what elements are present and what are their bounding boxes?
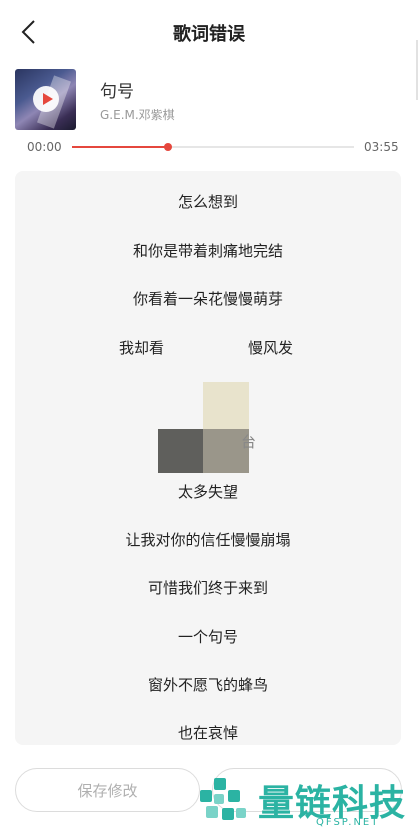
current-time: 00:00: [27, 140, 62, 154]
progress-track[interactable]: [72, 143, 354, 151]
progress-bar: 00:00 03:55: [0, 138, 418, 158]
mosaic-block: [158, 429, 203, 473]
lyric-partial-char: 台: [241, 433, 257, 451]
lyric-line-partial[interactable]: 慢风发: [248, 337, 293, 359]
play-icon[interactable]: [33, 86, 59, 112]
artist-name: G.E.M.邓紫棋: [100, 108, 175, 122]
lyric-line[interactable]: 太多失望: [15, 481, 401, 503]
total-time: 03:55: [364, 140, 399, 154]
lyric-line[interactable]: 你看着一朵花慢慢萌芽: [15, 288, 401, 310]
lyric-line[interactable]: 让我对你的信任慢慢崩塌: [15, 529, 401, 551]
lyric-line[interactable]: 怎么想到: [15, 191, 401, 213]
watermark: 量链科技 QFSP.NET: [198, 770, 418, 832]
progress-fill: [72, 146, 168, 148]
song-name: 句号: [100, 82, 134, 102]
song-info: 句号 G.E.M.邓紫棋: [15, 69, 405, 131]
lyric-line-partial[interactable]: 我却看: [119, 337, 164, 359]
mosaic-block: [203, 382, 249, 430]
lyric-line[interactable]: 可惜我们终于来到: [15, 577, 401, 599]
lyric-line[interactable]: 和你是带着刺痛地完结: [15, 240, 401, 262]
page-title: 歌词错误: [173, 24, 245, 45]
header: 歌词错误: [0, 0, 418, 64]
lyric-line[interactable]: 窗外不愿飞的蜂鸟: [15, 674, 401, 696]
lyric-line[interactable]: 也在哀悼: [15, 722, 401, 744]
album-cover: [15, 69, 76, 130]
progress-thumb[interactable]: [163, 143, 172, 151]
lyric-line[interactable]: 一个句号: [15, 626, 401, 648]
watermark-subtext: QFSP.NET: [316, 817, 380, 828]
watermark-logo-icon: [200, 778, 246, 820]
save-button[interactable]: 保存修改: [15, 768, 200, 812]
lyrics-editor[interactable]: 怎么想到 和你是带着刺痛地完结 你看着一朵花慢慢萌芽 我却看 慢风发 台 太多失…: [15, 171, 401, 745]
